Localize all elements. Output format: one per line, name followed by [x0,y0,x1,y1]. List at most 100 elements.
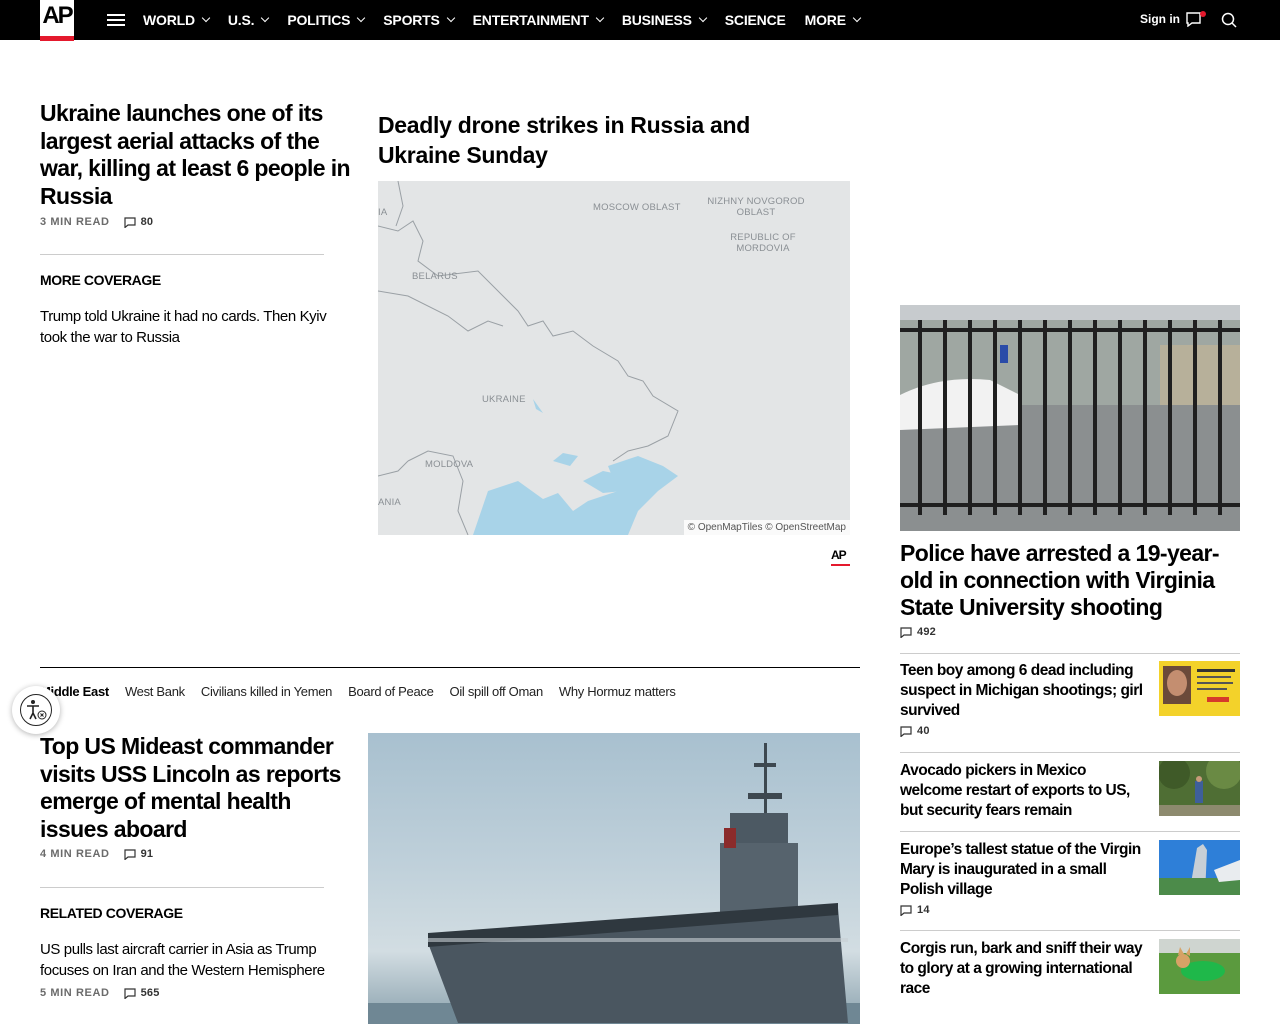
comment-count-value: 492 [917,626,936,638]
nav-item-us[interactable]: U.S. [227,12,270,28]
map-label-belarus: BELARUS [412,271,458,282]
chevron-down-icon [595,13,605,23]
rail-story-thumbnail[interactable] [1159,761,1240,816]
map-label-moldova: MOLDOVA [425,459,474,470]
comment-count[interactable]: 80 [123,216,154,228]
nav-item-sports[interactable]: SPORTS [383,12,455,28]
comment-count[interactable]: 91 [123,848,154,860]
divider [40,254,324,255]
thumbnail-illustration [1159,840,1240,895]
map-label-edge-top: IA [378,207,388,218]
search-icon[interactable] [1221,12,1237,28]
sign-in-link[interactable]: Sign in [1140,12,1180,26]
divider [900,930,1240,931]
rail-story-headline[interactable]: Corgis run, bark and sniff their way to … [900,939,1145,999]
ap-logo[interactable]: AP [40,0,74,41]
ap-credit-logo: AP [831,548,847,562]
rail-story-thumbnail[interactable] [1159,661,1240,716]
divider [900,752,1240,753]
comment-count-value: 40 [917,725,930,737]
related-coverage-label: RELATED COVERAGE [40,905,183,921]
comment-icon [123,848,136,860]
section-divider [40,667,860,668]
chevron-down-icon [201,13,211,23]
chevron-down-icon [698,13,708,23]
accessibility-icon [20,694,52,726]
nav-item-world[interactable]: WORLD [143,12,211,28]
rail-story[interactable]: Corgis run, bark and sniff their way to … [900,939,1240,999]
comment-count-value: 91 [140,848,154,860]
map-attribution[interactable]: © OpenMapTiles © OpenStreetMap [683,520,850,535]
tag-oil-spill-oman[interactable]: Oil spill off Oman [450,684,544,699]
notification-dot [1200,11,1206,17]
nav-item-business[interactable]: BUSINESS [621,12,708,28]
tag-hormuz[interactable]: Why Hormuz matters [559,684,676,699]
story2-meta: 4 MIN READ 91 [40,848,153,860]
related-coverage-link[interactable]: US pulls last aircraft carrier in Asia a… [40,939,350,981]
comment-icon [123,987,136,999]
carrier-illustration [368,743,860,1024]
chevron-down-icon [852,13,862,23]
nav-item-label: SPORTS [383,12,440,28]
divider [900,653,1240,654]
ap-credit-bar [831,564,850,566]
comment-count-value: 565 [140,987,160,999]
rail-story[interactable]: Europe’s tallest statue of the Virgin Ma… [900,840,1240,916]
nav-item-entertainment[interactable]: ENTERTAINMENT [472,12,605,28]
map-label-edge-bottom: ANIA [378,497,401,508]
logo-text: AP [42,2,73,29]
rail-story-headline[interactable]: Avocado pickers in Mexico welcome restar… [900,761,1145,821]
aircraft-carrier-photo[interactable] [368,733,860,1024]
nav-item-label: POLITICS [287,12,351,28]
comment-count[interactable]: 565 [123,987,160,999]
nav-item-science[interactable]: SCIENCE [725,12,786,28]
rail-story-headline[interactable]: Europe’s tallest statue of the Virgin Ma… [900,840,1145,900]
police-photo-illustration [900,305,1240,531]
nav-item-label: MORE [804,12,846,28]
more-coverage-link[interactable]: Trump told Ukraine it had no cards. Then… [40,306,350,348]
lead-story-meta: 3 MIN READ 80 [40,216,153,228]
thumbnail-illustration [1163,666,1235,704]
read-time: 4 MIN READ [40,848,110,860]
comment-count-value: 14 [917,904,930,916]
police-scene-photo[interactable] [900,305,1240,531]
nav-item-label: WORLD [143,12,195,28]
rail-top-meta: 492 [900,626,936,638]
tag-civilians-yemen[interactable]: Civilians killed in Yemen [201,684,333,699]
chevron-down-icon [261,13,270,23]
accessibility-button[interactable] [12,686,60,734]
drone-strikes-map[interactable]: IA MOSCOW OBLAST NIZHNY NOVGOROD OBLAST … [378,181,850,535]
rail-story-meta: 14 [900,904,1240,916]
nav-item-politics[interactable]: POLITICS [287,12,366,28]
comment-icon [900,904,912,916]
comment-count[interactable]: 14 [900,904,930,916]
chevron-down-icon [446,13,455,23]
comment-icon [123,216,136,228]
comment-count[interactable]: 40 [900,725,930,737]
thumbnail-illustration [1159,761,1240,816]
tag-west-bank[interactable]: West Bank [125,684,185,699]
comment-count[interactable]: 492 [900,626,936,638]
nav-item-label: BUSINESS [621,12,692,28]
rail-story-thumbnail[interactable] [1159,840,1240,895]
nav-item-label: ENTERTAINMENT [472,12,589,28]
rail-story[interactable]: Avocado pickers in Mexico welcome restar… [900,761,1240,821]
nav-item-more[interactable]: MORE [804,12,862,28]
rail-story[interactable]: Teen boy among 6 dead including suspect … [900,661,1240,737]
nav-item-label: U.S. [227,12,255,28]
logo-accent-bar [40,36,74,41]
map-headline[interactable]: Deadly drone strikes in Russia and Ukrai… [378,110,838,170]
more-coverage-label: MORE COVERAGE [40,272,161,288]
tag-board-of-peace[interactable]: Board of Peace [348,684,434,699]
map-label-mordovia: REPUBLIC OF MORDOVIA [730,232,796,254]
lead-story-headline[interactable]: Ukraine launches one of its largest aeri… [40,100,351,210]
divider [40,887,324,888]
rail-story-headline[interactable]: Teen boy among 6 dead including suspect … [900,661,1145,721]
rail-story-meta: 40 [900,725,1240,737]
rail-story-thumbnail[interactable] [1159,939,1240,994]
menu-icon[interactable] [107,14,125,26]
story2-headline[interactable]: Top US Mideast commander visits USS Linc… [40,733,350,843]
rail-top-headline[interactable]: Police have arrested a 19-year-old in co… [900,540,1240,621]
section-menu: WORLD U.S. POLITICS SPORTS ENTERTAINMENT… [143,0,879,40]
thumbnail-illustration [1159,939,1240,994]
